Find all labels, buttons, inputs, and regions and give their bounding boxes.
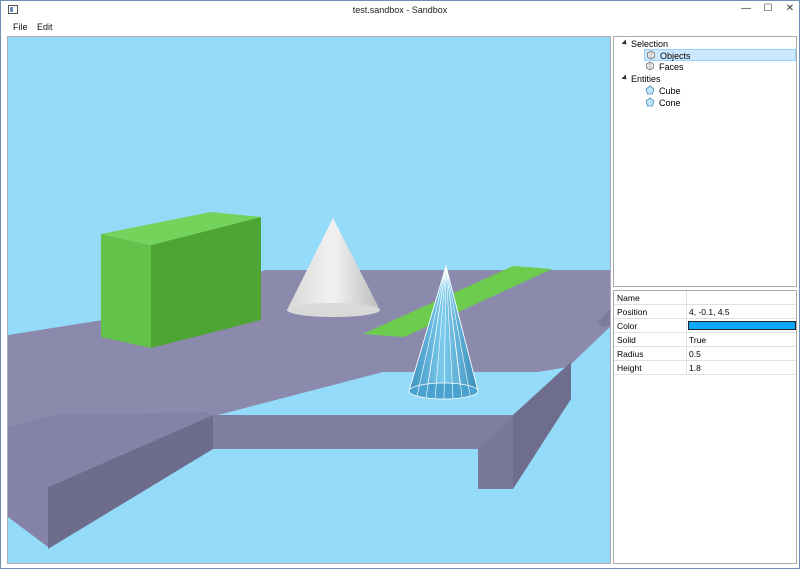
property-label: Name: [617, 293, 640, 303]
menu-bar: File Edit: [1, 20, 799, 36]
minimize-button[interactable]: —: [734, 1, 758, 19]
property-row-solid[interactable]: Solid True: [614, 333, 796, 347]
selection-icon: [646, 61, 654, 71]
property-label: Color: [617, 321, 638, 331]
property-label: Position: [617, 307, 648, 317]
column-divider: [686, 291, 687, 305]
tree-group-label: Entities: [631, 74, 661, 84]
property-row-height[interactable]: Height 1.8: [614, 361, 796, 375]
scene-tree-panel[interactable]: Selection Objects Faces Entities Cube Co…: [613, 36, 797, 287]
property-label: Height: [617, 363, 642, 373]
color-swatch[interactable]: [688, 321, 796, 330]
property-label: Radius: [617, 349, 644, 359]
scene-canvas[interactable]: [8, 37, 611, 564]
tree-item-label: Cube: [659, 86, 681, 96]
cube-front-face: [101, 234, 151, 348]
expand-arrow-icon[interactable]: [621, 39, 629, 47]
tree-item-cone[interactable]: Cone: [644, 97, 794, 109]
property-label: Solid: [617, 335, 636, 345]
column-divider: [686, 319, 687, 333]
entity-icon: [645, 97, 655, 107]
app-window: test.sandbox - Sandbox — ☐ ✕ File Edit S…: [0, 0, 800, 569]
tree-group-entities[interactable]: Entities: [620, 73, 790, 85]
tree-item-label: Cone: [659, 98, 681, 108]
property-value[interactable]: True: [689, 335, 706, 345]
properties-panel: Name Position 4, -0.1, 4.5 Color Solid T…: [613, 290, 797, 564]
menu-file[interactable]: File: [13, 22, 28, 32]
property-row-name[interactable]: Name: [614, 291, 796, 305]
tree-item-faces[interactable]: Faces: [644, 61, 794, 73]
column-divider: [686, 347, 687, 361]
property-row-radius[interactable]: Radius 0.5: [614, 347, 796, 361]
tree-item-objects[interactable]: Objects: [644, 49, 796, 61]
property-value[interactable]: 0.5: [689, 349, 701, 359]
selection-icon: [647, 50, 655, 60]
3d-viewport[interactable]: [7, 36, 611, 564]
expand-arrow-icon[interactable]: [621, 74, 629, 82]
grey-cone-base: [287, 303, 380, 317]
title-bar[interactable]: test.sandbox - Sandbox — ☐ ✕: [1, 1, 799, 20]
column-divider: [686, 305, 687, 319]
tree-item-label: Faces: [659, 62, 684, 72]
ground-middle-front: [213, 415, 513, 449]
property-row-color[interactable]: Color: [614, 319, 796, 333]
property-value[interactable]: 1.8: [689, 363, 701, 373]
maximize-button[interactable]: ☐: [756, 1, 780, 19]
window-title: test.sandbox - Sandbox: [352, 5, 448, 15]
entity-icon: [645, 85, 655, 95]
menu-edit[interactable]: Edit: [37, 22, 53, 32]
tree-item-cube[interactable]: Cube: [644, 85, 794, 97]
close-button[interactable]: ✕: [778, 1, 800, 19]
property-row-position[interactable]: Position 4, -0.1, 4.5: [614, 305, 796, 319]
column-divider: [686, 361, 687, 375]
property-value[interactable]: 4, -0.1, 4.5: [689, 307, 730, 317]
column-divider: [686, 333, 687, 347]
